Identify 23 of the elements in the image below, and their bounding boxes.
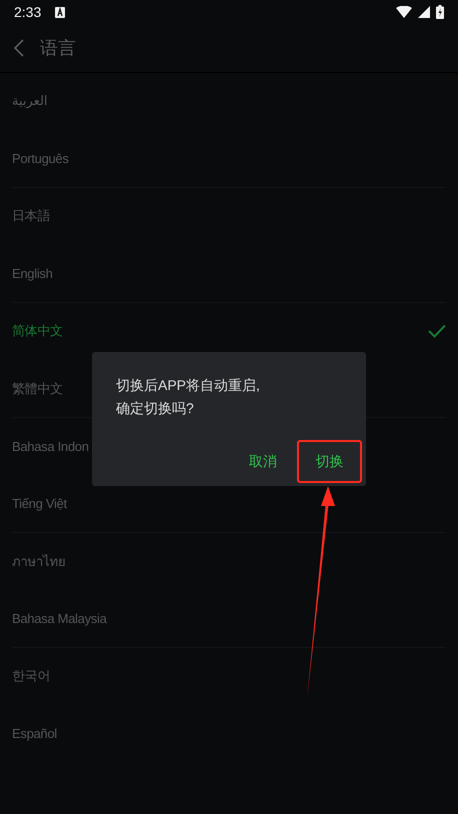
dialog-message: 切换后APP将自动重启, 确定切换吗? [116, 376, 261, 418]
check-icon [428, 324, 446, 338]
language-option[interactable]: English [12, 266, 53, 282]
notification-icon [55, 6, 66, 18]
language-option[interactable]: Español [12, 726, 57, 742]
status-time: 2:33 [14, 4, 42, 20]
page-title: 语言 [40, 37, 76, 60]
language-option[interactable]: Tiếng Việt [12, 496, 67, 512]
language-option[interactable]: ภาษาไทย [12, 550, 66, 572]
language-option[interactable]: 한국어 [12, 667, 50, 686]
wifi-icon [396, 6, 412, 18]
language-option[interactable]: 日本語 [12, 207, 50, 226]
language-option[interactable]: Bahasa Malaysia [12, 611, 106, 626]
language-option[interactable]: 繁體中文 [12, 380, 63, 398]
dialog-button[interactable]: 取消 [233, 440, 293, 483]
language-option[interactable]: Português [12, 151, 69, 166]
back-icon[interactable] [14, 39, 24, 57]
battery-icon [436, 5, 444, 19]
language-option[interactable]: العربية [12, 93, 48, 110]
language-option[interactable]: Bahasa Indon [12, 438, 89, 454]
language-option[interactable]: 简体中文 [12, 322, 63, 340]
signal-icon [418, 6, 430, 18]
dialog-button[interactable]: 切换 [297, 440, 362, 483]
